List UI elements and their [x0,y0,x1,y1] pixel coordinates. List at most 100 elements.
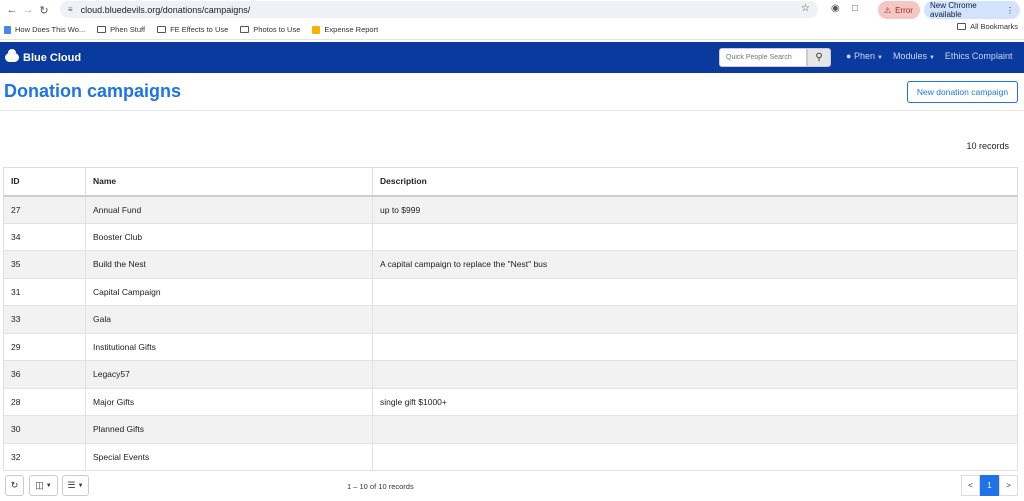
cell-description [372,415,1018,444]
cell-id: 34 [3,222,86,251]
table-row[interactable]: 28 Major Gifts single gift $1000+ [3,387,1018,416]
kebab-menu-icon[interactable]: ⋮ [1006,6,1014,15]
bookmark-label: FE Effects to Use [170,25,229,34]
cell-name: Build the Nest [85,250,373,279]
folder-icon [240,26,250,33]
cell-description [372,277,1018,306]
table-row[interactable]: 30 Planned Gifts [3,415,1018,444]
cell-name: Institutional Gifts [85,332,373,361]
camera-icon[interactable]: ◉ [831,3,840,14]
caret-down-icon: ▼ [77,482,84,489]
table-row[interactable]: 35 Build the Nest A capital campaign to re… [3,250,1018,279]
brand-link[interactable]: Blue Cloud [5,49,82,64]
table-header-row: ID Name Description [3,167,1018,197]
cell-name: Major Gifts [85,387,373,416]
cell-id: 36 [3,360,86,389]
nav-ethics-complaint[interactable]: Ethics Complaint [945,51,1013,61]
reload-icon[interactable]: ↻ [36,2,52,18]
forward-icon[interactable]: → [20,2,36,18]
cell-description [372,332,1018,361]
divider [0,110,1024,111]
bookmark-how-does-this-work[interactable]: How Does This Wo... [4,25,85,34]
search-button[interactable]: ⚲ [807,48,831,67]
cell-id: 31 [3,277,86,306]
back-icon[interactable]: ← [4,2,20,18]
bookmark-photos-to-use[interactable]: Photos to Use [240,25,300,34]
folder-icon [97,26,107,33]
campaigns-table: ID Name Description 27 Annual Fund up to $… [3,167,1018,471]
address-bar[interactable]: ≡ cloud.bluedevils.org/donations/campaig… [60,1,818,18]
bookmark-fe-effects[interactable]: FE Effects to Use [157,25,228,34]
cell-description [372,360,1018,389]
cell-name: Annual Fund [85,195,373,224]
error-label: Error [895,5,913,15]
nav-links: ● Phen ▼ Modules ▼ Ethics Complaint [846,51,1012,61]
cell-description [372,305,1018,334]
column-header-description[interactable]: Description [372,167,1018,197]
quick-people-search: ⚲ [719,48,831,67]
cell-name: Planned Gifts [85,415,373,444]
cell-name: Capital Campaign [85,277,373,306]
pagination-page-1[interactable]: 1 [980,475,999,496]
column-header-id[interactable]: ID [3,167,86,197]
nav-modules[interactable]: Modules ▼ [893,51,935,61]
update-label: New Chrome available [930,1,977,19]
error-button[interactable]: ⚠ Error [878,1,920,19]
site-info-icon[interactable]: ≡ [68,5,73,14]
cell-description [372,222,1018,251]
browser-toolbar: ← → ↻ ≡ cloud.bluedevils.org/donations/c… [0,0,1024,20]
people-search-input[interactable] [719,48,807,67]
cell-id: 30 [3,415,86,444]
table-row[interactable]: 34 Booster Club [3,222,1018,251]
cell-name: Special Events [85,442,373,471]
pagination-prev[interactable]: < [961,475,980,496]
caret-down-icon: ▼ [876,55,883,61]
new-donation-campaign-button[interactable]: New donation campaign [907,81,1018,103]
list-options-button[interactable]: ☰ ▼ [62,475,89,496]
column-header-name[interactable]: Name [85,167,373,197]
nav-label: Phen [853,51,875,61]
cell-id: 29 [3,332,86,361]
table-row[interactable]: 32 Special Events [3,442,1018,471]
table-row[interactable]: 36 Legacy57 [3,360,1018,389]
all-bookmarks-label: All Bookmarks [970,22,1018,31]
nav-user-phen[interactable]: ● Phen ▼ [846,51,883,61]
refresh-icon: ↻ [10,480,19,490]
table-row[interactable]: 27 Annual Fund up to $999 [3,195,1018,224]
table-row[interactable]: 33 Gala [3,305,1018,334]
all-bookmarks[interactable]: All Bookmarks [957,22,1018,31]
folder-icon [157,26,167,33]
bookmarks-bar: How Does This Wo... Phen Stuff FE Effect… [0,20,1024,40]
bookmark-phen-stuff[interactable]: Phen Stuff [97,25,145,34]
table-footer: ↻ ◫ ▼ ☰ ▼ 1 – 10 of 10 records < 1 > [0,475,1024,501]
search-icon: ⚲ [815,52,823,63]
app-navbar: Blue Cloud ⚲ ● Phen▼ Modules▼ Ethics Com… [0,42,1024,73]
cell-description: A capital campaign to replace the "Nest"… [372,250,1018,279]
page-title: Donation campaigns [4,81,182,101]
cell-name: Gala [85,305,373,334]
cell-description: single gift $1000+ [372,387,1018,416]
extensions-icon[interactable]: □ [852,3,858,14]
table-row[interactable]: 31 Capital Campaign [3,277,1018,306]
columns-icon: ◫ [35,480,44,490]
cloud-icon [5,49,19,62]
user-avatar-icon: ● [846,51,852,61]
bookmark-star-icon[interactable]: ☆ [801,3,810,14]
bookmark-expense-report[interactable]: Expense Report [312,25,378,34]
refresh-button[interactable]: ↻ [5,475,24,496]
pagination-next[interactable]: > [999,475,1018,496]
chrome-update-button[interactable]: New Chrome available ⋮ [924,1,1020,19]
brand-name: Blue Cloud [23,51,82,64]
folder-icon [957,23,967,30]
doc-icon [4,25,11,34]
cell-id: 28 [3,387,86,416]
bookmark-label: Phen Stuff [110,25,146,34]
caret-down-icon: ▼ [45,482,52,489]
columns-button[interactable]: ◫ ▼ [29,475,58,496]
table-row[interactable]: 29 Institutional Gifts [3,332,1018,361]
list-icon: ☰ [67,480,76,490]
caret-down-icon: ▼ [928,55,935,61]
cell-id: 35 [3,250,86,279]
pagination-info: 1 – 10 of 10 records [347,482,414,491]
cell-id: 32 [3,442,86,471]
